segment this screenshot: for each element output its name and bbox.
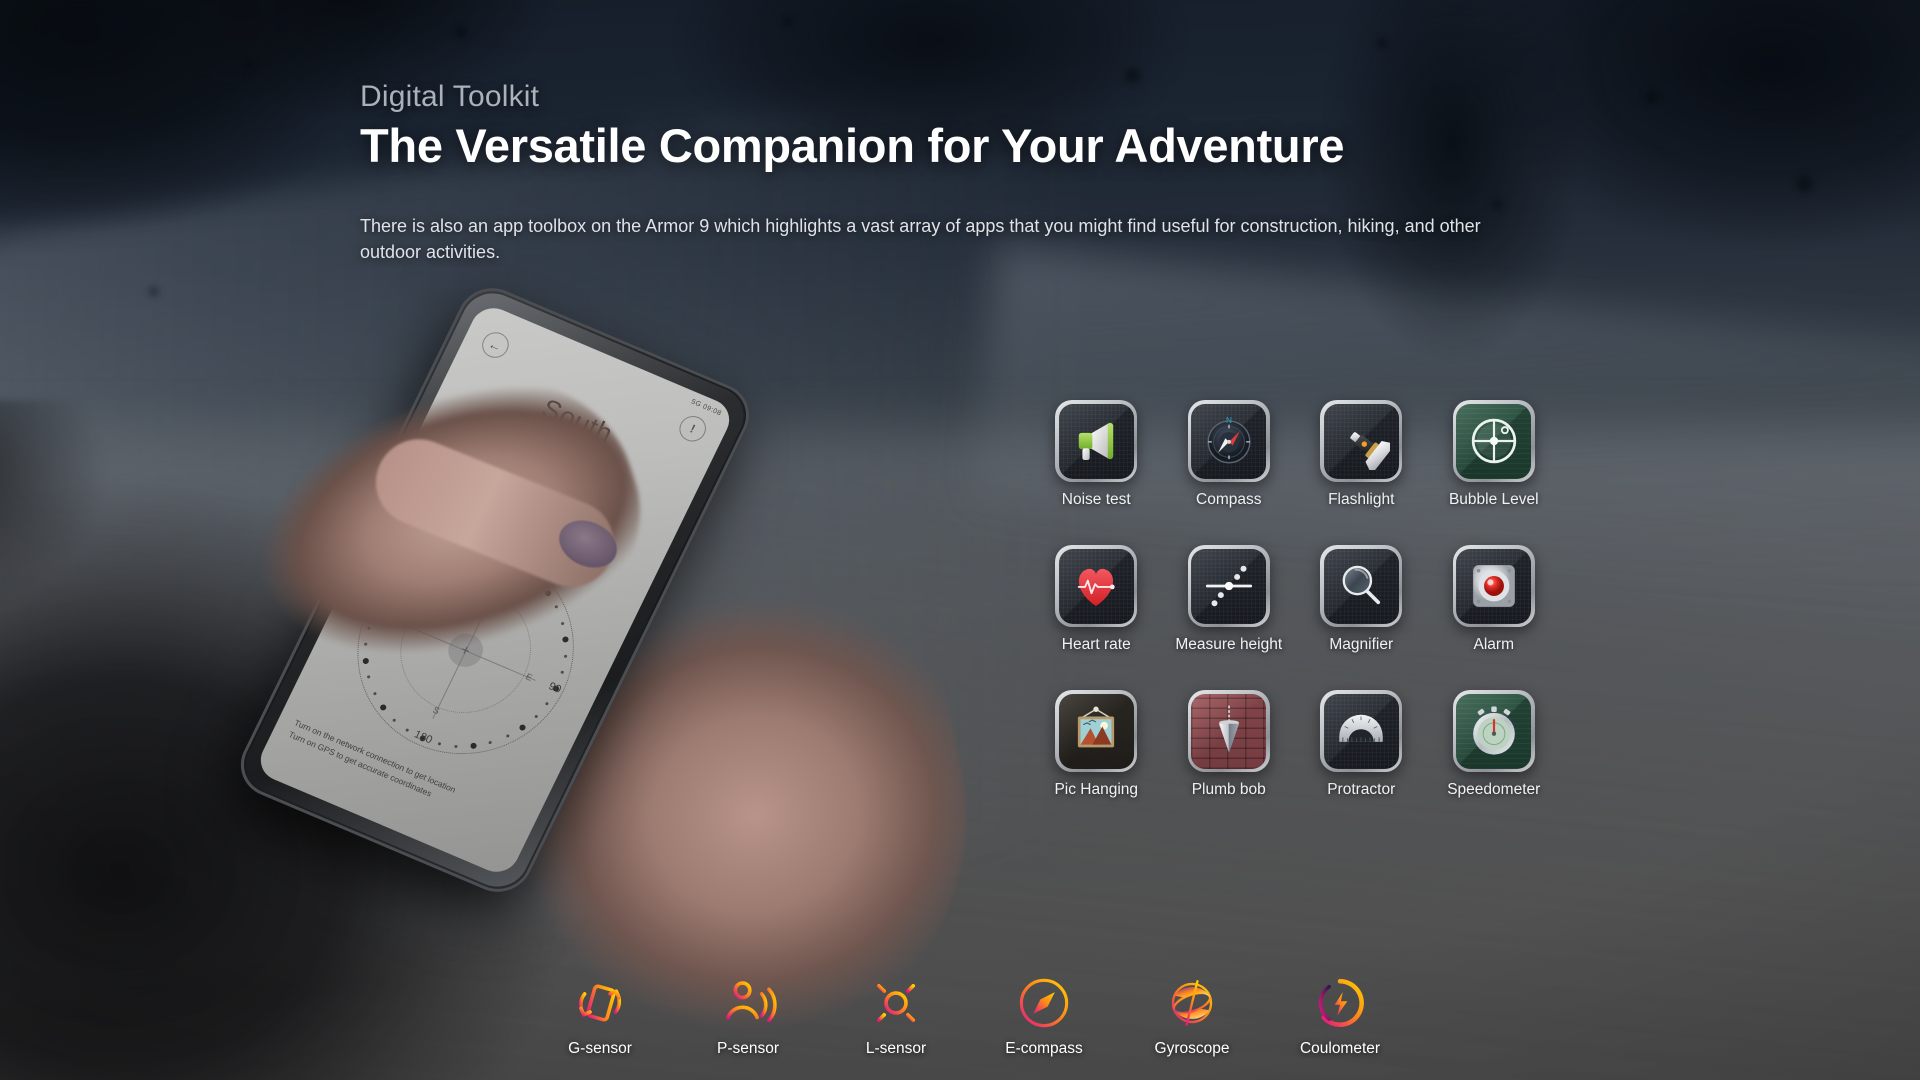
app-label: Magnifier [1329,636,1394,653]
sensor-label: P-sensor [716,1040,780,1057]
sensor-label: Coulometer [1299,1040,1381,1057]
app-label: Speedometer [1447,781,1541,798]
sensor-label: L-sensor [865,1040,927,1057]
sensor-item-gyroscope: Gyroscope [1132,974,1252,1058]
app-item-heart-rate[interactable]: Heart rate [1030,545,1163,654]
app-tile[interactable] [1055,545,1138,627]
app-label: Plumb bob [1191,781,1266,798]
app-toolbox-grid: Noise test N Compass Flashlight Bubble L… [1030,400,1560,799]
sensor-item-p-sensor: P-sensor [688,974,808,1058]
app-label: Compass [1196,491,1262,508]
eyebrow-text: Digital Toolkit [360,80,540,113]
app-item-bubble-level[interactable]: Bubble Level [1428,400,1561,509]
app-label: Measure height [1175,636,1283,653]
sensor-list: G-sensor P-sensor L-sensor E-compass Gyrosco… [540,974,1400,1058]
megaphone-icon [1058,403,1134,479]
plumb-bob-icon [1191,693,1267,769]
app-item-compass[interactable]: N Compass [1163,400,1296,509]
app-tile[interactable]: N [1187,400,1270,482]
device-scene: 5G 09:08 ← ! South 180° + 1802 [180,277,1009,1080]
sensor-item-coulometer: Coulometer [1280,974,1400,1058]
g-sensor-icon [571,974,629,1032]
hero-copy: Digital Toolkit The Versatile Companion … [360,80,1570,265]
page-root: 5G 09:08 ← ! South 180° + 1802 [0,0,1920,1080]
svg-text:N: N [1226,416,1232,425]
sensor-item-e-compass: E-compass [984,974,1104,1058]
app-item-pic-hanging[interactable]: Pic Hanging [1030,690,1163,799]
back-arrow-icon[interactable]: ← [477,328,514,362]
alarm-icon [1456,548,1532,624]
app-item-magnifier[interactable]: Magnifier [1295,545,1428,654]
app-item-speedometer[interactable]: Speedometer [1428,690,1561,799]
app-tile[interactable] [1320,545,1403,627]
coulometer-icon [1311,974,1369,1032]
app-label: Bubble Level [1448,491,1539,508]
sensor-label: E-compass [1005,1040,1083,1057]
gyroscope-icon [1163,974,1221,1032]
app-item-noise-test[interactable]: Noise test [1030,400,1163,509]
bubble-level-icon [1456,403,1532,479]
page-title: The Versatile Companion for Your Adventu… [360,119,1345,172]
measure-height-icon [1191,548,1267,624]
app-label: Alarm [1473,636,1514,653]
info-icon[interactable]: ! [675,411,711,446]
app-label: Heart rate [1061,636,1131,653]
l-sensor-icon [867,974,925,1032]
status-bar: 5G 09:08 [689,398,723,418]
app-tile[interactable] [1320,690,1403,772]
app-tile[interactable] [1055,690,1138,772]
app-tile[interactable] [1452,690,1535,772]
app-item-plumb-bob[interactable]: Plumb bob [1163,690,1296,799]
p-sensor-icon [719,974,777,1032]
compass-icon: N [1191,403,1267,479]
app-tile[interactable] [1452,400,1535,482]
e-compass-icon [1015,974,1073,1032]
flashlight-icon [1323,403,1399,479]
speedometer-icon [1456,693,1532,769]
sensor-label: G-sensor [568,1040,632,1057]
app-label: Flashlight [1328,491,1395,508]
sensor-item-g-sensor: G-sensor [540,974,660,1058]
app-tile[interactable] [1187,545,1270,627]
picture-hanging-icon [1058,693,1134,769]
app-tile[interactable] [1452,545,1535,627]
app-item-flashlight[interactable]: Flashlight [1295,400,1428,509]
sensor-label: Gyroscope [1154,1040,1230,1057]
app-item-measure-height[interactable]: Measure height [1163,545,1296,654]
app-tile[interactable] [1055,400,1138,482]
app-tile[interactable] [1320,400,1403,482]
app-label: Pic Hanging [1054,781,1139,798]
sensor-item-l-sensor: L-sensor [836,974,956,1058]
body-paragraph: There is also an app toolbox on the Armo… [360,216,1481,263]
magnifier-icon [1323,548,1399,624]
protractor-icon [1323,693,1399,769]
app-label: Protractor [1327,781,1396,798]
app-item-protractor[interactable]: Protractor [1295,690,1428,799]
app-label: Noise test [1061,491,1131,508]
heart-rate-icon [1058,548,1134,624]
app-item-alarm[interactable]: Alarm [1428,545,1561,654]
app-tile[interactable] [1187,690,1270,772]
